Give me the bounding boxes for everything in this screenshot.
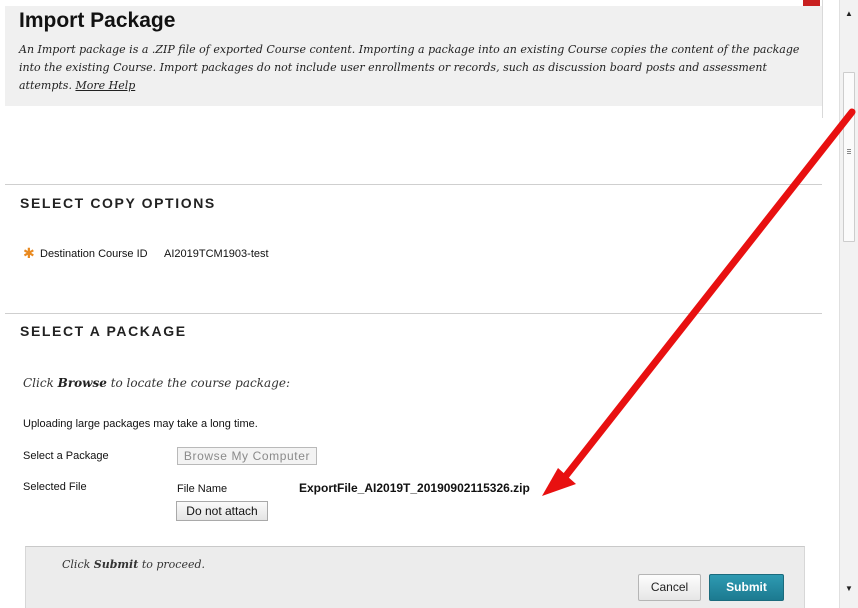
section-title-package: SELECT A PACKAGE [20, 323, 187, 339]
vertical-scrollbar[interactable]: ▲ ▼ [839, 0, 858, 608]
select-package-label: Select a Package [23, 450, 109, 462]
description-text: An Import package is a .ZIP file of expo… [19, 43, 800, 92]
more-help-link[interactable]: More Help [75, 79, 135, 92]
submit-panel: Click Submit to proceed. Cancel Submit [25, 546, 805, 608]
upload-note: Uploading large packages may take a long… [23, 418, 258, 430]
submit-hint-bold: Submit [93, 558, 139, 571]
annotation-arrow-head [542, 468, 576, 496]
file-name-value: ExportFile_AI2019T_20190902115326.zip [299, 481, 530, 495]
scrollbar-grip-icon [847, 149, 851, 150]
browse-hint-bold: Browse [57, 376, 107, 390]
scroll-up-arrow-icon[interactable]: ▲ [845, 9, 853, 18]
page-description: An Import package is a .ZIP file of expo… [19, 41, 809, 95]
annotation-arrow-shaft [561, 108, 856, 481]
divider-package [5, 313, 822, 314]
do-not-attach-button[interactable]: Do not attach [176, 501, 268, 521]
divider-copy-options [5, 184, 822, 185]
header-edge [822, 0, 823, 118]
scrollbar-thumb[interactable] [843, 72, 855, 242]
file-name-label: File Name [177, 483, 228, 495]
browse-hint-pre: Click [23, 376, 58, 390]
section-title-copy-options: SELECT COPY OPTIONS [20, 195, 216, 211]
cancel-button[interactable]: Cancel [638, 574, 701, 601]
browse-instruction: Click Browse to locate the course packag… [23, 376, 290, 390]
selected-file-label: Selected File [23, 481, 87, 493]
required-star-icon: ✱ [23, 245, 35, 261]
destination-course-value: AI2019TCM1903-test [164, 248, 269, 260]
submit-button[interactable]: Submit [709, 574, 784, 601]
page-header: Import Package An Import package is a .Z… [5, 6, 822, 106]
page-title: Import Package [19, 9, 176, 32]
submit-hint-pre: Click [62, 558, 94, 571]
scroll-down-arrow-icon[interactable]: ▼ [845, 584, 853, 593]
submit-instruction: Click Submit to proceed. [62, 558, 205, 571]
browse-hint-post: to locate the course package: [106, 376, 290, 390]
browse-my-computer-button[interactable]: Browse My Computer [177, 447, 317, 465]
submit-hint-post: to proceed. [138, 558, 206, 571]
destination-course-label: Destination Course ID [40, 248, 148, 260]
